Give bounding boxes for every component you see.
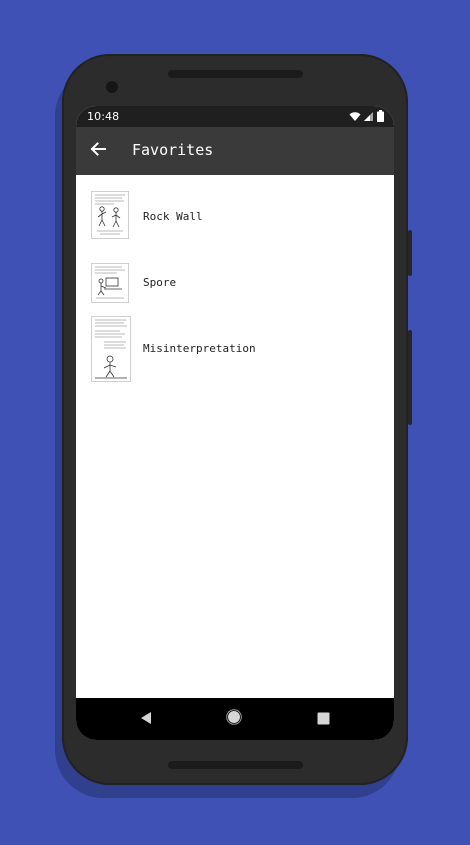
status-time: 10:48: [87, 110, 120, 123]
comic-thumbnail: [91, 191, 129, 239]
system-navigation-bar: [76, 698, 394, 740]
front-camera: [106, 81, 118, 93]
power-button[interactable]: [408, 330, 412, 425]
comic-thumbnail: [91, 263, 129, 303]
bottom-speaker: [168, 761, 303, 769]
battery-icon: [377, 110, 384, 122]
nav-back-button[interactable]: [137, 710, 155, 728]
wifi-icon: [349, 111, 361, 122]
nav-recents-icon: [317, 710, 330, 729]
list-item-title: Rock Wall: [143, 210, 203, 223]
list-item[interactable]: Spore: [76, 263, 394, 305]
page-title: Favorites: [132, 141, 214, 159]
list-item-title: Misinterpretation: [143, 342, 256, 355]
list-item[interactable]: Rock Wall: [76, 191, 394, 243]
device-stage: 10:48 Favorites Rock Wall Spore Misinter…: [0, 0, 470, 845]
arrow-back-icon: [90, 141, 106, 161]
back-button[interactable]: [86, 139, 110, 163]
volume-button[interactable]: [408, 230, 412, 276]
cell-signal-icon: [364, 111, 374, 122]
app-bar: Favorites: [76, 127, 394, 175]
nav-back-icon: [140, 710, 152, 729]
phone-screen: 10:48 Favorites Rock Wall Spore Misinter…: [76, 106, 394, 740]
nav-home-icon: [226, 709, 242, 729]
comic-thumbnail: [91, 316, 131, 382]
nav-home-button[interactable]: [225, 709, 243, 729]
nav-recents-button[interactable]: [314, 710, 332, 728]
list-item-title: Spore: [143, 276, 177, 289]
earpiece-speaker: [168, 70, 303, 78]
list-item[interactable]: Misinterpretation: [76, 316, 394, 384]
status-bar: 10:48: [76, 106, 394, 127]
status-icons: [349, 110, 384, 122]
